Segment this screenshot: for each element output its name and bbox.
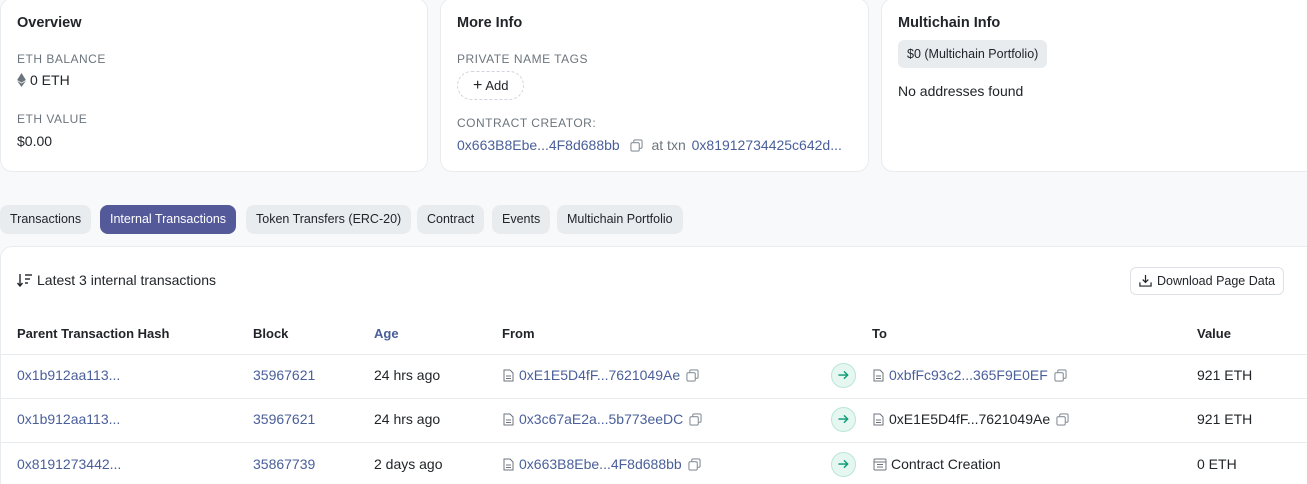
- from-address-link[interactable]: 0xE1E5D4fF...7621049Ae: [519, 367, 680, 383]
- tab-token-transfers[interactable]: Token Transfers (ERC-20): [246, 205, 412, 234]
- summary-text: Latest 3 internal transactions: [37, 272, 216, 288]
- no-addresses-text: No addresses found: [898, 83, 1024, 99]
- value-text: 0 ETH: [1197, 456, 1237, 472]
- copy-icon[interactable]: [689, 413, 702, 426]
- tab-multichain-portfolio[interactable]: Multichain Portfolio: [557, 205, 683, 234]
- creator-address-link[interactable]: 0x663B8Ebe...4F8d688bb: [457, 137, 620, 153]
- internal-summary: Latest 3 internal transactions: [16, 272, 216, 288]
- arrow-right-icon: [831, 452, 856, 477]
- copy-icon[interactable]: [629, 139, 643, 152]
- sort-icon[interactable]: [16, 273, 33, 288]
- arrow-right-icon: [831, 407, 856, 432]
- from-cell: 0x663B8Ebe...4F8d688bb: [503, 456, 701, 472]
- more-info-title: More Info: [457, 15, 523, 31]
- contract-creation-text: Contract Creation: [891, 456, 1001, 472]
- column-age[interactable]: Age: [374, 326, 399, 341]
- parent-hash-link[interactable]: 0x1b912aa113...: [17, 367, 120, 383]
- contract-file-icon: [503, 369, 514, 382]
- contract-creator-row: 0x663B8Ebe...4F8d688bb at txn 0x81912734…: [457, 137, 842, 153]
- column-to: To: [872, 326, 887, 341]
- age-text: 2 days ago: [374, 456, 443, 472]
- from-cell: 0xE1E5D4fF...7621049Ae: [503, 367, 699, 383]
- row-divider: [0, 442, 1307, 443]
- download-label: Download Page Data: [1157, 274, 1276, 288]
- eth-value-amount: $0.00: [17, 133, 53, 149]
- plus-icon: +: [473, 77, 483, 94]
- copy-icon[interactable]: [688, 458, 701, 471]
- tab-contract[interactable]: Contract: [417, 205, 485, 234]
- value-text: 921 ETH: [1197, 367, 1253, 383]
- column-value: Value: [1197, 326, 1231, 341]
- at-txn-text: at txn: [651, 137, 686, 153]
- contract-file-icon: [503, 458, 514, 471]
- eth-balance-amount: 0 ETH: [30, 72, 70, 88]
- private-name-tags-label: PRIVATE NAME TAGS: [457, 52, 588, 66]
- download-icon: [1139, 274, 1152, 287]
- multichain-title: Multichain Info: [898, 15, 1001, 31]
- row-divider: [0, 398, 1307, 399]
- copy-icon[interactable]: [1056, 413, 1069, 426]
- copy-icon[interactable]: [686, 369, 699, 382]
- header-divider: [0, 354, 1307, 355]
- column-block: Block: [253, 326, 289, 341]
- creator-txn-link[interactable]: 0x81912734425c642d...: [692, 137, 842, 153]
- block-link[interactable]: 35967621: [253, 367, 315, 383]
- tab-events[interactable]: Events: [492, 205, 551, 234]
- to-address-text[interactable]: 0xE1E5D4fF...7621049Ae: [889, 411, 1050, 427]
- contract-creator-label: CONTRACT CREATOR:: [457, 116, 597, 130]
- block-link[interactable]: 35967621: [253, 411, 315, 427]
- to-address-link[interactable]: 0xbfFc93c2...365F9E0EF: [889, 367, 1048, 383]
- to-cell: 0xE1E5D4fF...7621049Ae: [873, 411, 1069, 427]
- contract-file-icon: [503, 413, 514, 426]
- from-address-link[interactable]: 0x3c67aE2a...5b773eeDC: [519, 411, 683, 427]
- column-parent-hash: Parent Transaction Hash: [17, 326, 170, 341]
- column-from: From: [502, 326, 535, 341]
- from-cell: 0x3c67aE2a...5b773eeDC: [503, 411, 702, 427]
- age-text: 24 hrs ago: [374, 367, 441, 383]
- parent-hash-link[interactable]: 0x8191273442...: [17, 456, 121, 472]
- overview-title: Overview: [17, 15, 82, 31]
- to-cell: Contract Creation: [873, 456, 1001, 472]
- ethereum-icon: [17, 73, 26, 87]
- multichain-portfolio-badge[interactable]: $0 (Multichain Portfolio): [898, 40, 1048, 68]
- add-name-tag-button[interactable]: + Add: [457, 71, 525, 100]
- tab-internal-transactions[interactable]: Internal Transactions: [100, 205, 237, 234]
- contract-file-icon: [873, 369, 884, 382]
- from-address-link[interactable]: 0x663B8Ebe...4F8d688bb: [519, 456, 682, 472]
- to-cell: 0xbfFc93c2...365F9E0EF: [873, 367, 1067, 383]
- download-page-data-button[interactable]: Download Page Data: [1130, 267, 1285, 295]
- contract-file-icon: [873, 413, 884, 426]
- contract-creation-icon: [873, 458, 887, 471]
- add-label: Add: [485, 78, 509, 93]
- age-text: 24 hrs ago: [374, 411, 441, 427]
- arrow-right-icon: [831, 363, 856, 388]
- eth-balance-value: 0 ETH: [17, 72, 70, 88]
- tab-transactions[interactable]: Transactions: [0, 205, 92, 234]
- parent-hash-link[interactable]: 0x1b912aa113...: [17, 411, 120, 427]
- block-link[interactable]: 35867739: [253, 456, 315, 472]
- copy-icon[interactable]: [1054, 369, 1067, 382]
- eth-balance-label: ETH BALANCE: [17, 52, 106, 66]
- eth-value-label: ETH VALUE: [17, 112, 88, 126]
- value-text: 921 ETH: [1197, 411, 1253, 427]
